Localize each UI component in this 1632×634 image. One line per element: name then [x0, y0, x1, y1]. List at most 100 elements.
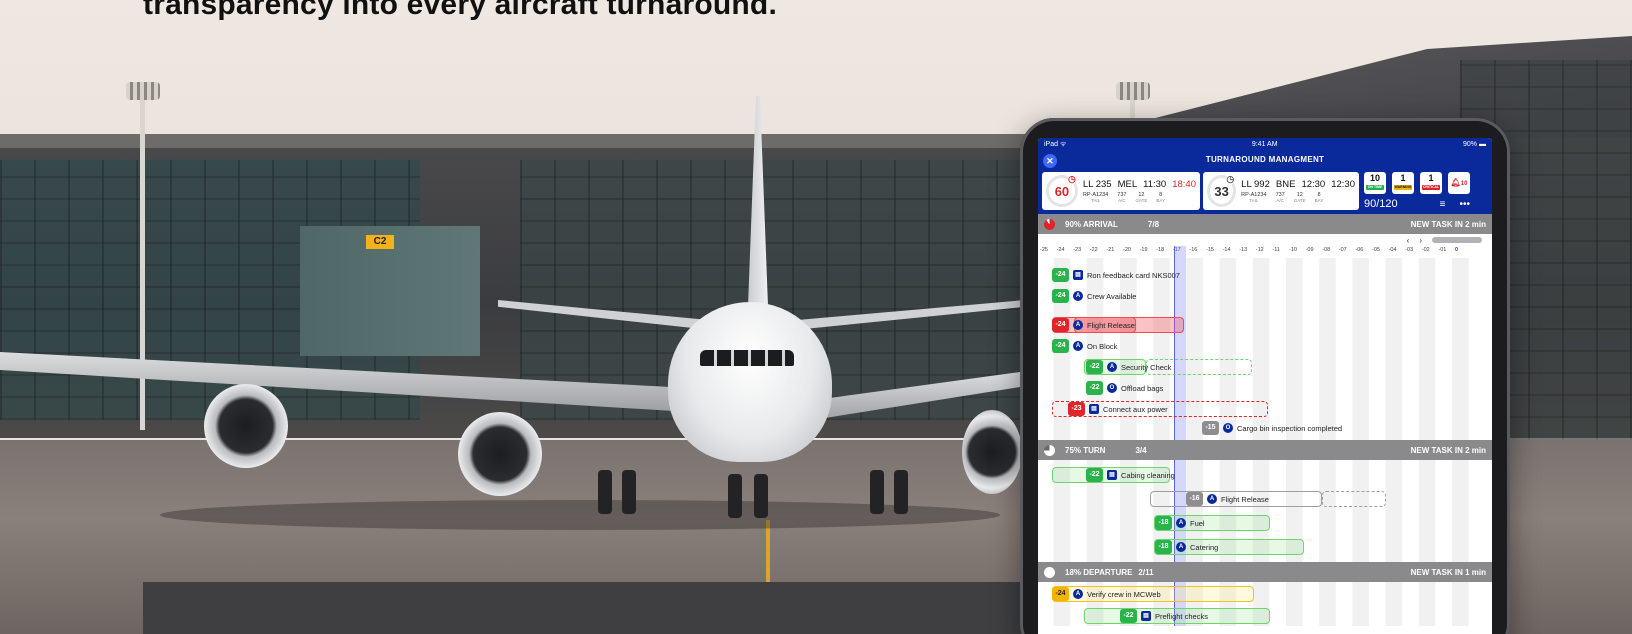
task-row[interactable]: -24 A On Block	[1052, 339, 1117, 353]
chevron-right-icon[interactable]: ›	[1419, 236, 1422, 245]
timeline-tick-label: -01	[1438, 247, 1447, 253]
task-label: Ron feedback card NKS007	[1087, 270, 1180, 280]
flight-strip: ◷ 60 LL 235 MEL 11:30 18:40 RP-A1234 TAIL…	[1038, 170, 1492, 214]
section-count: 2/11	[1138, 567, 1154, 577]
landing-gear	[622, 470, 636, 514]
task-time-badge: -16	[1186, 492, 1203, 506]
task-time-badge: -22	[1086, 381, 1103, 395]
task-time-badge: -15	[1202, 421, 1219, 435]
clock-icon: ◷	[1068, 174, 1076, 185]
filter-icon[interactable]: ≡	[1440, 199, 1446, 210]
timeline-tick-label: -25	[1040, 247, 1048, 253]
section-arrival[interactable]: 90% ARRIVAL 7/8 NEW TASK IN 2 min	[1038, 214, 1492, 234]
timeline-scrollbar[interactable]	[1432, 237, 1482, 243]
task-row[interactable]: -24 A Flight Release	[1052, 318, 1135, 332]
gate-sign: C2	[366, 235, 394, 249]
task-row[interactable]: -22 ▤ Preflight checks	[1120, 609, 1208, 623]
section-departure[interactable]: 18% DEPARTURE 2/11 NEW TASK IN 1 min	[1038, 562, 1492, 582]
task-label: Flight Release	[1087, 320, 1135, 330]
warning-counter[interactable]: 1 WARNING	[1392, 172, 1414, 194]
task-row[interactable]: -16 A Flight Release	[1186, 492, 1269, 506]
counter-value: 10	[1369, 173, 1380, 183]
task-row[interactable]: -24 ▤ Ron feedback card NKS007	[1052, 268, 1180, 282]
alarm-bell-button[interactable]: 🔔︎10	[1448, 172, 1470, 194]
flight-card-arrival[interactable]: ◷ 60 LL 235 MEL 11:30 18:40 RP-A1234 TAIL…	[1042, 172, 1200, 210]
task-time-badge: -18	[1155, 540, 1172, 554]
task-row[interactable]: -18 A Fuel	[1155, 516, 1205, 530]
timeline-ticks: -25 -24 -23 -22 -21 -20 -19 -18 -17 -16 -15 -14 -13-…	[1038, 246, 1492, 258]
progress-pie-icon	[1044, 218, 1055, 230]
task-label: Cabing cleaning	[1121, 470, 1175, 480]
ipad-frame: iPad ᯤ 9:41 AM 90% ▬ ✕ TURNAROUND MANAGM…	[1020, 118, 1510, 634]
task-label: Cargo bin inspection completed	[1237, 423, 1343, 433]
section-count: 7/8	[1147, 219, 1160, 229]
task-row[interactable]: -24 A Crew Available	[1052, 289, 1136, 303]
flight-card-departure[interactable]: ◷ 33 LL 992 BNE 12:30 12:30 RP-A1234 TAIL…	[1203, 172, 1359, 210]
aircraft-engine	[962, 410, 1022, 494]
task-time-badge: -23	[1068, 402, 1085, 416]
role-o-icon: O	[1223, 423, 1233, 433]
timeline-tick-label: -09	[1305, 247, 1314, 253]
timer-value: 33	[1214, 183, 1229, 199]
section-newtask: NEW TASK IN 2 min	[1410, 445, 1486, 455]
timeline-tick-label: -03	[1405, 247, 1414, 253]
task-label: Security Check	[1121, 362, 1172, 372]
actual-time: 12:30	[1331, 179, 1355, 190]
critical-counter[interactable]: 1 CRITICAL	[1420, 172, 1442, 194]
timeline-tick-label: -02	[1421, 247, 1430, 253]
role-a-icon: A	[1073, 291, 1083, 301]
close-icon: ✕	[1046, 156, 1054, 166]
aircraft-label: A/C	[1118, 198, 1126, 203]
countdown-timer: ◷ 33	[1207, 174, 1237, 207]
timeline: -25 -24 -23 -22 -21 -20 -19 -18 -17 -16 -15 -14 -13-…	[1038, 246, 1492, 626]
app-header: ✕ TURNAROUND MANAGMENT	[1038, 150, 1492, 170]
landing-gear	[754, 474, 768, 518]
task-row[interactable]: -15 O Cargo bin inspection completed	[1202, 421, 1342, 435]
section-title: 18% DEPARTURE	[1065, 567, 1133, 577]
clock-icon: ◷	[1226, 174, 1235, 185]
light-pole	[140, 90, 145, 430]
task-row[interactable]: -18 A Catering	[1155, 540, 1218, 554]
timeline-tick-label: 0	[1455, 247, 1459, 253]
timeline-tick-label: -21	[1106, 247, 1115, 253]
task-row[interactable]: -24 A Verify crew in MCWeb	[1052, 587, 1161, 601]
role-a-icon: A	[1176, 518, 1186, 528]
timeline-tick-label: -15	[1206, 247, 1214, 253]
on-time-counter[interactable]: 10 ON TIME	[1364, 172, 1386, 194]
close-button[interactable]: ✕	[1043, 154, 1057, 168]
landing-gear	[870, 470, 884, 514]
role-a-icon: A	[1207, 494, 1217, 504]
task-time-badge: -24	[1052, 339, 1069, 353]
task-row[interactable]: -23 ▤ Connect aux power	[1068, 402, 1168, 416]
task-time-badge: -24	[1052, 268, 1069, 282]
flight-number: LL 992	[1241, 179, 1270, 190]
task-time-badge: -24	[1052, 289, 1069, 303]
more-icon[interactable]: •••	[1459, 199, 1470, 210]
floodlight	[126, 82, 160, 100]
timeline-tick-label: -14	[1222, 247, 1231, 253]
role-a-icon: A	[1073, 589, 1083, 599]
task-label: On Block	[1087, 341, 1118, 351]
section-count: 3/4	[1135, 445, 1147, 455]
task-time-badge: -18	[1155, 516, 1172, 530]
aircraft-label: A/C	[1276, 198, 1284, 203]
timeline-tick-label: -19	[1139, 247, 1148, 253]
task-row[interactable]: -22 A Security Check	[1086, 360, 1171, 374]
section-turn[interactable]: 75% TURN 3/4 NEW TASK IN 2 min	[1038, 440, 1492, 460]
chevron-left-icon[interactable]: ‹	[1407, 236, 1410, 245]
document-icon: ▤	[1073, 270, 1083, 280]
counter-label: CRITICAL	[1422, 185, 1440, 190]
ipad-screen: iPad ᯤ 9:41 AM 90% ▬ ✕ TURNAROUND MANAGM…	[1038, 138, 1492, 634]
role-o-icon: O	[1107, 383, 1117, 393]
task-progress: 90/120	[1364, 198, 1398, 210]
landing-gear	[894, 470, 908, 514]
alarm-count: 10	[1460, 181, 1468, 187]
battery-indicator: 90% ▬	[1463, 140, 1486, 148]
task-row[interactable]: -22 O Offload bags	[1086, 381, 1163, 395]
task-time-badge: -24	[1052, 587, 1069, 601]
document-icon: ▤	[1089, 404, 1099, 414]
task-row[interactable]: -22 ▤ Cabing cleaning	[1086, 468, 1175, 482]
document-icon: ▤	[1141, 611, 1151, 621]
counter-label: ON TIME	[1366, 185, 1384, 190]
role-a-icon: A	[1073, 341, 1083, 351]
